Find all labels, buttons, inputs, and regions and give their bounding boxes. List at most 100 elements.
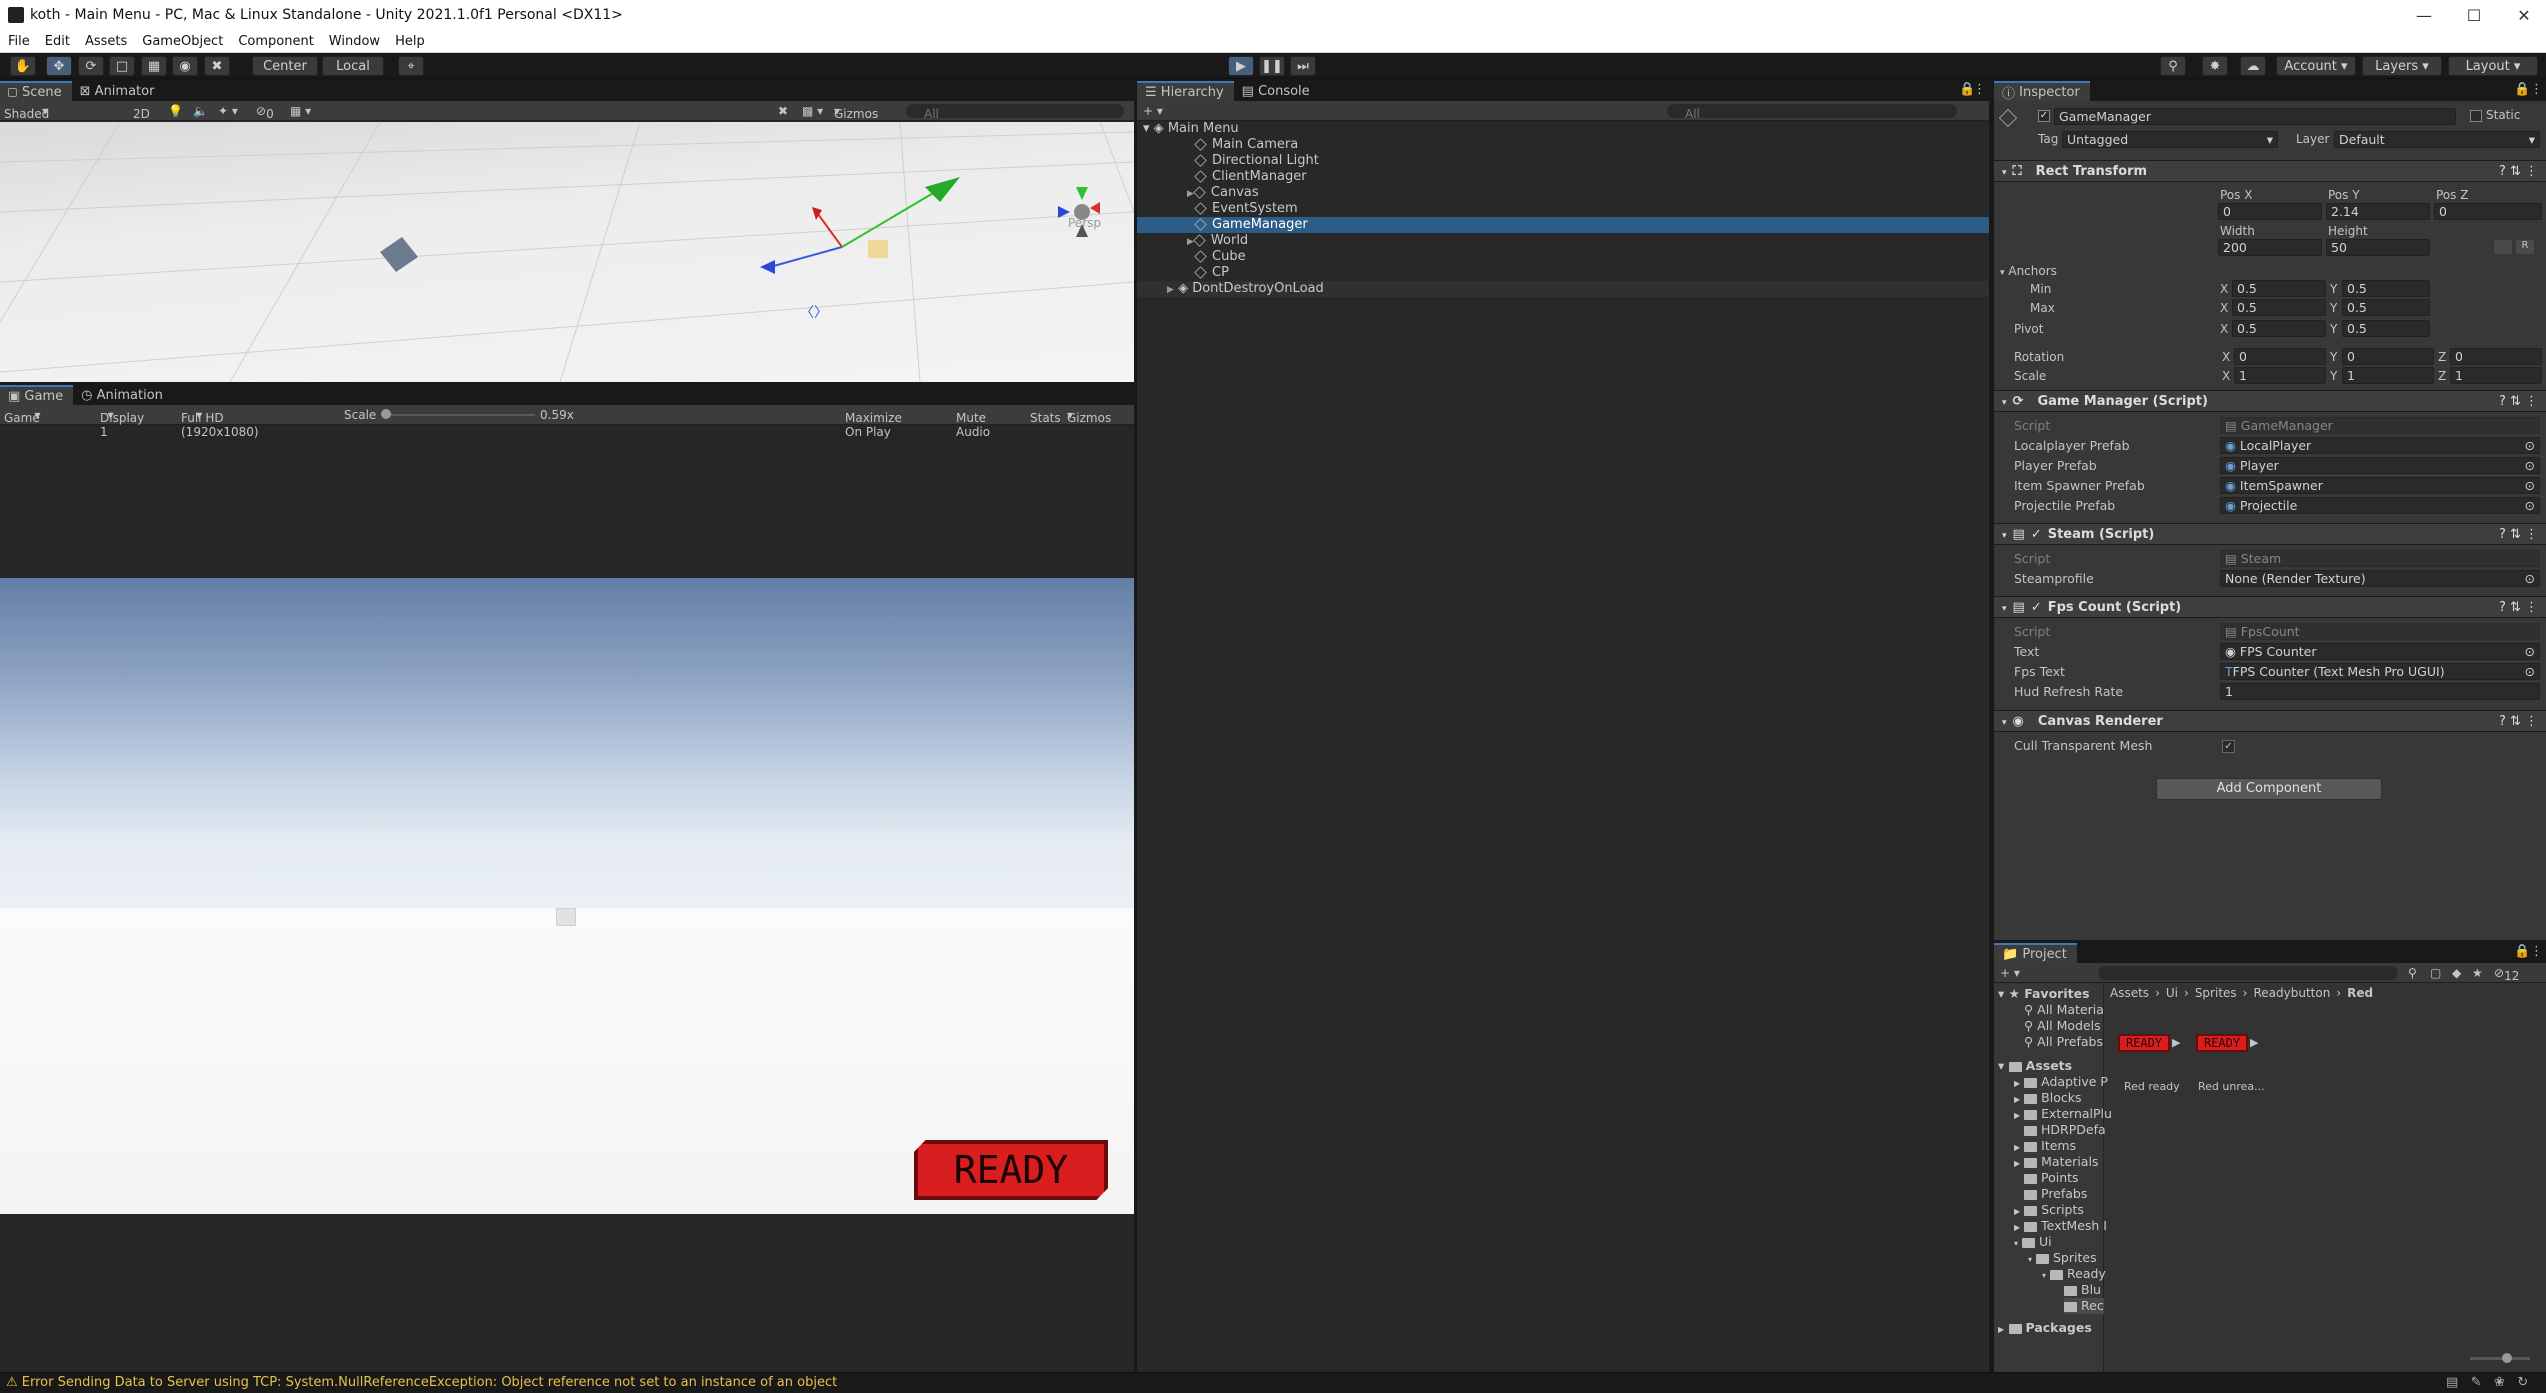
hidden-objects-icon[interactable]: ⊘ 0 [256,104,274,121]
effects-icon[interactable]: ✦ ▾ [218,104,238,118]
breadcrumb-item[interactable]: Assets [2110,986,2149,1000]
layer-dropdown[interactable]: Default ▾ [2334,131,2540,148]
tab-project[interactable]: 📁 Project [1994,943,2077,963]
blueprint-mode-button[interactable] [2494,240,2512,254]
folder-row[interactable]: ▶ Scripts [2014,1202,2084,1218]
search-by-type-icon[interactable]: ⚲ [2408,966,2417,980]
fps-count-header[interactable]: ▾ ▤ ✓ Fps Count (Script) ? ⇅ ⋮ [1994,596,2546,618]
cull-row[interactable]: Cull Transparent Mesh ✓ [1994,736,2546,756]
steam-header[interactable]: ▾ ▤ ✓ Steam (Script) ? ⇅ ⋮ [1994,523,2546,545]
camera-icon[interactable]: ▩ ▾ [802,104,823,118]
anchor-min-x[interactable]: 0.5 [2232,280,2326,297]
tab-game[interactable]: ▣ Game [0,385,74,405]
pivot-x-field[interactable]: 0.5 [2232,320,2326,337]
menu-edit[interactable]: Edit [45,34,70,49]
hierarchy-item[interactable]: ▶ Canvas [1137,185,1989,201]
tab-animator[interactable]: ⊠ Animator [72,81,165,101]
create-icon[interactable]: + ▾ [2000,966,2020,980]
gm-field-row[interactable]: Player Prefab ◉ Player ⊙ [1994,456,2546,476]
tab-inspector[interactable]: ⓘ Inspector [1994,81,2090,102]
assets-row[interactable]: ▾ Assets [1998,1058,2072,1074]
anchor-min-y[interactable]: 0.5 [2342,280,2430,297]
layout-dropdown[interactable]: Layout ▾ [2448,56,2538,76]
hierarchy-item[interactable]: EventSystem [1137,201,1989,217]
anchor-max-x[interactable]: 0.5 [2232,299,2326,316]
scale-y-field[interactable]: 1 [2342,367,2434,384]
fps-tmp-field[interactable]: TFPS Counter (Text Mesh Pro UGUI) ⊙ [2220,663,2540,680]
transform-tool-icon[interactable]: ◉ [172,56,198,76]
anchor-max-y[interactable]: 0.5 [2342,299,2430,316]
gm-field-row[interactable]: Localplayer Prefab ◉ LocalPlayer ⊙ [1994,436,2546,456]
scale-tool-icon[interactable]: □ [109,56,135,76]
object-picker-icon[interactable]: ⊙ [2525,458,2535,473]
grid-snap-icon[interactable]: ⌖ [398,56,424,76]
breadcrumb-item[interactable]: Red [2347,986,2373,1000]
collab-icon[interactable]: ✸ [2202,56,2228,76]
project-search-input[interactable] [2098,966,2398,980]
fps-tmp-row[interactable]: Fps Text TFPS Counter (Text Mesh Pro UGUI… [1994,662,2546,682]
folder-row[interactable]: ▾ Sprites [2028,1250,2097,1266]
object-picker-icon[interactable]: ⊙ [2525,644,2535,659]
breadcrumb-item[interactable]: Readybutton [2253,986,2330,1000]
breadcrumb-item[interactable]: Ui [2166,986,2178,1000]
pause-button[interactable]: ❚❚ [1259,56,1285,76]
close-icon[interactable]: ✕ [2502,0,2546,30]
search-icon[interactable]: ⚲ [2160,56,2186,76]
steamprofile-field[interactable]: None (Render Texture) ⊙ [2220,570,2540,587]
menu-file[interactable]: File [8,34,30,49]
add-component-button[interactable]: Add Component [2156,778,2382,800]
fps-text-row[interactable]: Text ◉ FPS Counter ⊙ [1994,642,2546,662]
auto-refresh-icon[interactable]: ↻ [2517,1375,2528,1390]
folder-row[interactable]: ▾ Ui [2014,1234,2052,1250]
gm-object-field[interactable]: ◉ Player ⊙ [2220,457,2540,474]
favorite-item[interactable]: ⚲ All Models [2024,1018,2101,1034]
hierarchy-item[interactable]: ▶ World [1137,233,1989,249]
object-picker-icon[interactable]: ⊙ [2525,478,2535,493]
folder-row[interactable]: ▶ Items [2014,1138,2076,1154]
raw-edit-button[interactable]: R [2516,240,2534,254]
posy-field[interactable]: 2.14 [2326,203,2430,220]
tools-icon[interactable]: ✖ [778,104,788,118]
folder-row[interactable]: ▶ TextMesh I [2014,1218,2107,1234]
folder-row[interactable]: ▶ ExternalPlu [2014,1106,2112,1122]
thumbnail-size-slider[interactable] [2470,1357,2530,1360]
scale-slider[interactable] [385,414,535,416]
enabled-checkbox[interactable]: ✓ [2031,527,2042,542]
minimize-icon[interactable]: — [2402,0,2446,30]
asset-tile[interactable]: READY ▶ [2118,1034,2180,1058]
folder-row[interactable]: ▶ Adaptive P [2014,1074,2108,1090]
move-tool-icon[interactable]: ✥ [46,56,72,76]
gizmos-dropdown[interactable]: Gizmos ▾ [834,104,878,121]
folder-row[interactable]: Blu [2064,1282,2101,1298]
search-by-label-icon[interactable]: ▢ [2430,966,2441,980]
audio-icon[interactable]: 🔈 [193,104,208,118]
favorite-item[interactable]: ⚲ All Prefabs [2024,1034,2103,1050]
object-picker-icon[interactable]: ⊙ [2525,438,2535,453]
hierarchy-item[interactable]: Main Camera [1137,137,1989,153]
tab-hierarchy[interactable]: ☰ Hierarchy [1137,81,1234,101]
scene-viewport[interactable]: 〈〉 Persp [0,122,1134,382]
grid-icon[interactable]: ▦ ▾ [290,104,311,118]
pivot-y-field[interactable]: 0.5 [2342,320,2430,337]
thumbnail-size-handle[interactable] [2502,1353,2512,1363]
component-menu-icon[interactable]: ? ⇅ ⋮ [2499,711,2538,732]
pivot-center-button[interactable]: Center [252,56,318,76]
hierarchy-search-input[interactable]: All [1667,104,1957,121]
hand-tool-icon[interactable]: ✋ [10,56,36,76]
hierarchy-item[interactable]: Cube [1137,249,1989,265]
scene-root-row[interactable]: ▾ ◈ Main Menu [1137,121,1989,137]
object-picker-icon[interactable]: ⊙ [2525,498,2535,513]
scale-slider-handle[interactable] [381,409,391,419]
height-field[interactable]: 50 [2326,239,2430,256]
maximize-icon[interactable]: ☐ [2452,0,2496,30]
asset-tile[interactable]: READY ▶ [2196,1034,2258,1058]
folder-row[interactable]: ▶ Blocks [2014,1090,2081,1106]
more-options-icon[interactable]: ⋮ [1973,82,1986,97]
layers-dropdown[interactable]: Layers ▾ [2362,56,2442,76]
fps-text-field[interactable]: ◉ FPS Counter ⊙ [2220,643,2540,660]
folder-row[interactable]: ▶ Materials [2014,1154,2098,1170]
hierarchy-item-selected[interactable]: GameManager [1137,217,1989,233]
status-message[interactable]: Error Sending Data to Server using TCP: … [22,1375,837,1390]
rotate-tool-icon[interactable]: ⟳ [78,56,104,76]
canvas-renderer-header[interactable]: ▾ ◉ Canvas Renderer ? ⇅ ⋮ [1994,710,2546,732]
